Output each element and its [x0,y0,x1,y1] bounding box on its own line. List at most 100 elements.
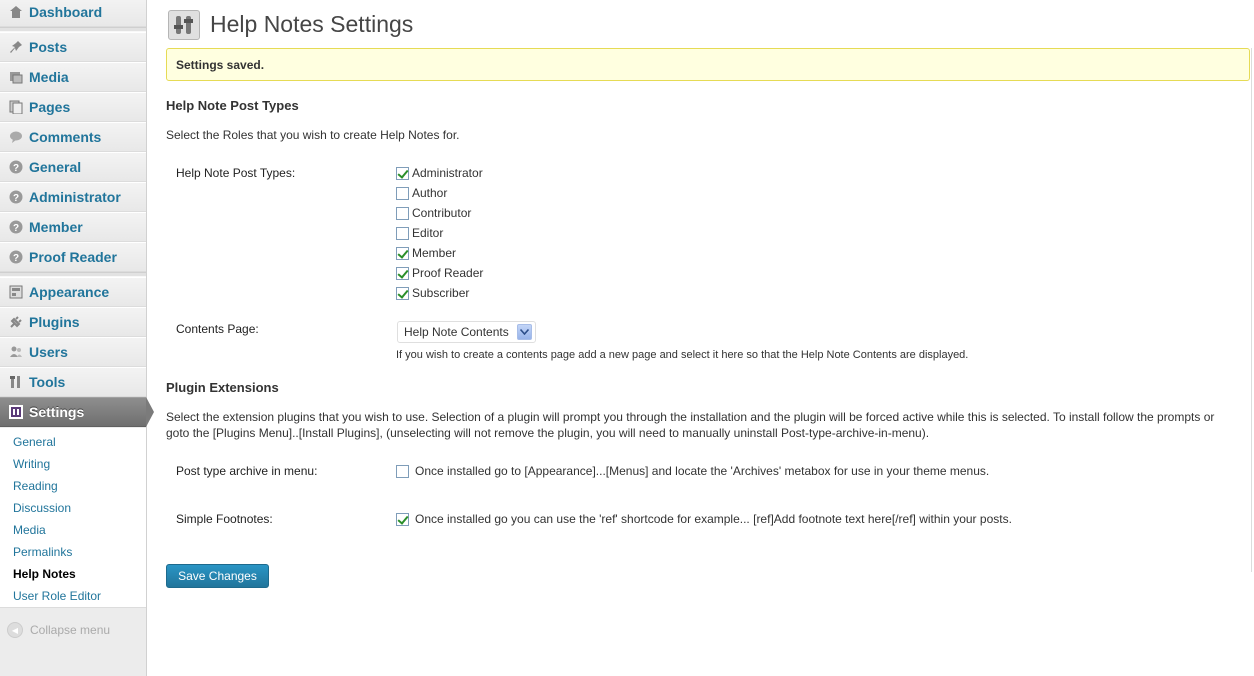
role-label: Contributor [412,206,472,220]
svg-text:?: ? [13,253,19,264]
menu-pages[interactable]: Pages [0,92,146,122]
pages-icon [8,99,24,115]
page-title: Help Notes Settings [210,11,414,37]
pin-icon [8,39,24,55]
checkbox-contributor[interactable] [396,206,409,220]
svg-text:?: ? [13,193,19,204]
menu-help-general[interactable]: ? General [0,152,146,182]
menu-label: Tools [29,374,66,390]
menu-label: Administrator [29,189,121,205]
role-option-author[interactable]: Author [396,186,447,200]
submenu-discussion[interactable]: Discussion [13,501,71,515]
comment-bubble-icon [8,129,24,145]
help-circle-icon: ? [8,219,24,235]
contents-page-help: If you wish to create a contents page ad… [396,349,969,361]
role-label: Member [412,246,457,260]
help-circle-icon: ? [8,249,24,265]
archive-menu-text: Once installed go to [Appearance]...[Men… [415,464,990,478]
save-changes-button[interactable]: Save Changes [166,564,269,588]
menu-label: Plugins [29,314,80,330]
menu-comments[interactable]: Comments [0,122,146,152]
checkbox-proof-reader[interactable] [396,266,409,280]
checkbox-author[interactable] [396,186,409,200]
menu-label: Member [29,219,83,235]
menu-posts[interactable]: Posts [0,32,146,62]
chevron-down-icon[interactable] [517,324,532,340]
section-description-plugins-1: Select the extension plugins that you wi… [166,410,1215,424]
menu-tools[interactable]: Tools [0,367,146,397]
role-label: Proof Reader [412,266,484,280]
section-description-post-types: Select the Roles that you wish to create… [166,128,460,142]
checkbox-administrator[interactable] [396,166,409,180]
menu-help-administrator[interactable]: ? Administrator [0,182,146,212]
submenu-user-role-editor[interactable]: User Role Editor [13,589,101,603]
main-content: Help Notes Settings Settings saved. Help… [147,0,1254,676]
menu-label: Appearance [29,284,110,300]
menu-label: General [29,159,82,175]
role-option-editor[interactable]: Editor [396,226,443,240]
submenu-help-notes[interactable]: Help Notes [13,567,76,581]
checkbox-subscriber[interactable] [396,286,409,300]
menu-appearance[interactable]: Appearance [0,277,146,307]
svg-text:?: ? [13,163,19,174]
menu-help-member[interactable]: ? Member [0,212,146,242]
menu-media[interactable]: Media [0,62,146,92]
submenu-media[interactable]: Media [13,523,46,537]
menu-label: Proof Reader [29,249,117,265]
role-label: Subscriber [412,286,470,300]
plug-icon [8,314,24,330]
submenu-general[interactable]: General [13,435,56,449]
admin-sidebar: Dashboard Posts Media Pages Comments ? G… [0,0,154,676]
contents-page-label: Contents Page: [176,322,259,336]
menu-label: Pages [29,99,71,115]
help-circle-icon: ? [8,159,24,175]
checkbox-member[interactable] [396,246,409,260]
submenu-writing[interactable]: Writing [13,457,50,471]
help-circle-icon: ? [8,189,24,205]
svg-text:?: ? [13,223,19,234]
settings-saved-notice: Settings saved. [166,48,1250,81]
section-description-plugins-2: goto the [Plugins Menu]..[Install Plugin… [166,426,930,440]
menu-plugins[interactable]: Plugins [0,307,146,337]
menu-label: Posts [29,39,68,55]
checkbox-archive-menu[interactable] [396,464,409,478]
menu-users[interactable]: Users [0,337,146,367]
select-value: Help Note Contents [404,325,509,339]
menu-dashboard[interactable]: Dashboard [0,0,146,27]
section-heading-plugin-extensions: Plugin Extensions [166,380,279,395]
submenu-reading[interactable]: Reading [13,479,58,493]
media-icon [8,69,24,85]
role-label: Author [412,186,448,200]
settings-page-icon [168,10,200,40]
dashboard-icon [8,4,24,20]
simple-footnotes-text: Once installed go you can use the 'ref' … [415,512,1012,526]
role-option-administrator[interactable]: Administrator [396,166,483,180]
role-label: Editor [412,226,444,240]
role-label: Administrator [412,166,483,180]
simple-footnotes-label: Simple Footnotes: [176,512,273,526]
section-heading-post-types: Help Note Post Types [166,98,299,113]
collapse-label: Collapse menu [30,623,111,637]
contents-page-select[interactable]: Help Note Contents [397,321,536,343]
tools-icon [8,374,24,390]
role-option-proof-reader[interactable]: Proof Reader [396,266,483,280]
users-icon [8,344,24,360]
menu-help-proof-reader[interactable]: ? Proof Reader [0,242,146,272]
menu-label: Users [29,344,68,360]
collapse-arrow-icon: ◀ [7,622,23,638]
checkbox-simple-footnotes[interactable] [396,512,409,526]
role-option-subscriber[interactable]: Subscriber [396,286,469,300]
submenu-permalinks[interactable]: Permalinks [13,545,72,559]
archive-menu-option[interactable]: Once installed go to [Appearance]...[Men… [396,464,989,478]
notice-text: Settings saved. [176,57,265,72]
menu-label: Media [29,69,69,85]
role-option-contributor[interactable]: Contributor [396,206,471,220]
simple-footnotes-option[interactable]: Once installed go you can use the 'ref' … [396,512,1012,526]
menu-settings[interactable]: Settings [0,397,146,427]
menu-label: Comments [29,129,102,145]
settings-submenu: General Writing Reading Discussion Media… [0,428,146,608]
role-option-member[interactable]: Member [396,246,456,260]
menu-label: Settings [29,404,85,420]
collapse-menu-button[interactable]: ◀ Collapse menu [7,622,110,638]
checkbox-editor[interactable] [396,226,409,240]
